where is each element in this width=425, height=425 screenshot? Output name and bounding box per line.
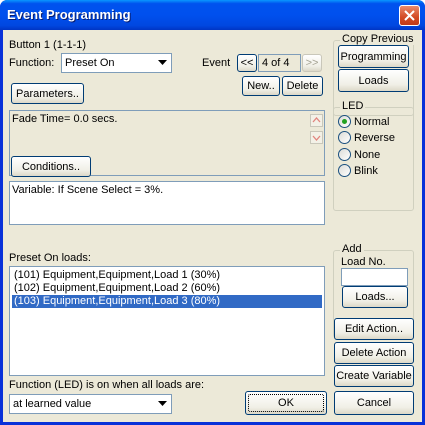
function-value: Preset On — [65, 57, 115, 69]
new-event-label: New.. — [247, 80, 275, 92]
scroll-down-icon[interactable] — [310, 131, 323, 144]
event-prev-label: << — [240, 57, 254, 69]
list-item[interactable]: (101) Equipment,Equipment,Load 1 (30%) — [12, 269, 322, 282]
function-label: Function: — [9, 57, 55, 69]
led-reverse-radio[interactable] — [338, 131, 351, 144]
edit-action-button[interactable]: Edit Action.. — [334, 318, 414, 340]
led-condition-label: Function (LED) is on when all loads are: — [9, 379, 205, 391]
event-next-button[interactable]: >> — [302, 54, 322, 72]
parameters-button[interactable]: Parameters.. — [11, 83, 84, 104]
scroll-up-icon[interactable] — [310, 114, 323, 127]
list-item[interactable]: (103) Equipment,Equipment,Load 3 (80%) — [12, 295, 322, 308]
led-condition-value: at learned value — [13, 398, 92, 410]
led-blink-radio[interactable] — [338, 164, 351, 177]
add-title: Add — [340, 243, 364, 255]
copy-previous-title: Copy Previous — [340, 33, 416, 45]
delete-event-button[interactable]: Delete — [282, 76, 323, 96]
conditions-button-label: Conditions.. — [21, 160, 81, 173]
led-title: LED — [340, 100, 366, 112]
cancel-label: Cancel — [356, 397, 392, 409]
ok-button[interactable]: OK — [245, 391, 327, 415]
delete-event-label: Delete — [286, 80, 319, 92]
conditions-text: Variable: If Scene Select = 3%. — [12, 184, 164, 196]
led-normal-radio[interactable] — [338, 115, 351, 128]
delete-action-label: Delete Action — [341, 347, 407, 359]
list-item[interactable]: (102) Equipment,Equipment,Load 2 (60%) — [12, 282, 322, 295]
event-next-label: >> — [305, 57, 319, 69]
led-none-label[interactable]: None — [354, 149, 380, 161]
close-button[interactable] — [399, 5, 420, 26]
loads-list[interactable]: (101) Equipment,Equipment,Load 1 (30%) (… — [9, 266, 325, 376]
chevron-down-icon — [158, 401, 167, 406]
cancel-button[interactable]: Cancel — [334, 391, 414, 415]
button-id-label: Button 1 (1-1-1) — [9, 39, 87, 51]
copy-programming-button[interactable]: Programming — [338, 45, 409, 68]
event-counter: 4 of 4 — [258, 54, 301, 72]
add-loads-button[interactable]: Loads... — [342, 286, 408, 308]
parameters-text: Fade Time= 0.0 secs. — [12, 113, 118, 125]
dialog-body: Button 1 (1-1-1) Function: Preset On Eve… — [3, 30, 422, 422]
create-variable-button[interactable]: Create Variable — [334, 365, 414, 387]
led-condition-combo[interactable]: at learned value — [9, 394, 172, 414]
event-label: Event — [202, 57, 231, 69]
led-blink-label[interactable]: Blink — [354, 165, 378, 177]
led-normal-label[interactable]: Normal — [354, 116, 389, 128]
load-no-input[interactable] — [341, 268, 408, 286]
event-counter-value: 4 of 4 — [262, 57, 290, 69]
copy-loads-button[interactable]: Loads — [338, 69, 409, 92]
copy-loads-label: Loads — [358, 74, 389, 87]
loads-list-label: Preset On loads: — [9, 252, 91, 264]
ok-label: OK — [278, 397, 294, 409]
led-reverse-label[interactable]: Reverse — [354, 132, 395, 144]
conditions-box: Variable: If Scene Select = 3%. — [9, 181, 325, 225]
load-no-label: Load No. — [341, 256, 386, 268]
delete-action-button[interactable]: Delete Action — [334, 342, 414, 364]
parameters-button-label: Parameters.. — [16, 87, 79, 100]
function-combo[interactable]: Preset On — [61, 53, 172, 73]
event-prev-button[interactable]: << — [237, 54, 257, 72]
led-none-radio[interactable] — [338, 148, 351, 161]
function-dropdown-button[interactable] — [155, 55, 170, 71]
create-variable-label: Create Variable — [336, 370, 412, 382]
close-icon — [404, 10, 415, 21]
event-programming-window: Event Programming Button 1 (1-1-1) Funct… — [0, 0, 425, 425]
copy-programming-label: Programming — [340, 50, 407, 63]
window-title: Event Programming — [7, 7, 131, 22]
title-bar[interactable]: Event Programming — [0, 0, 425, 30]
conditions-button[interactable]: Conditions.. — [11, 156, 91, 177]
chevron-down-icon — [158, 60, 167, 65]
new-event-button[interactable]: New.. — [242, 76, 280, 96]
led-condition-dropdown-button[interactable] — [155, 396, 170, 412]
edit-action-label: Edit Action.. — [344, 323, 404, 335]
add-loads-label: Loads... — [355, 291, 395, 303]
